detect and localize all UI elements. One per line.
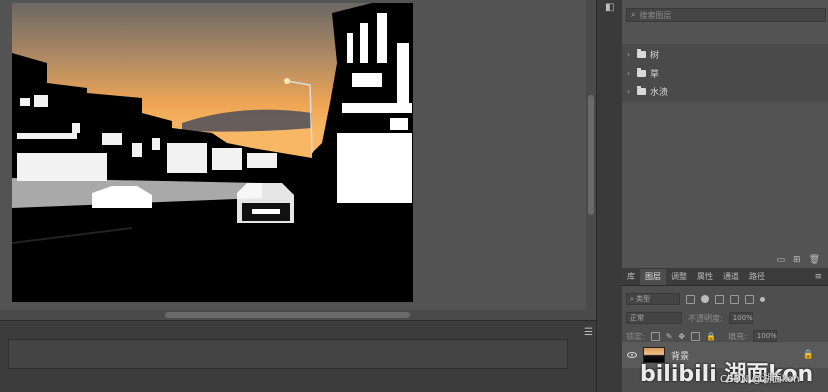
new-folder-icon[interactable]: ▭ — [777, 255, 786, 265]
tab-adjustments[interactable]: 调整 — [666, 269, 692, 285]
lock-image-icon[interactable]: ✎ — [666, 332, 673, 341]
horizontal-scrollbar[interactable] — [0, 310, 596, 320]
panel-footer: ▭ ⊞ 🗑 — [622, 252, 828, 268]
blend-row: 正常 不透明度: 100% — [626, 312, 753, 324]
opacity-field[interactable]: 100% — [728, 312, 753, 324]
adjustment-filter-icon[interactable] — [701, 295, 709, 303]
canvas-area[interactable] — [0, 0, 596, 310]
right-panel: ⌕ › 树 › 草 › 水渍 ▭ ⊞ 🗑 库 图层 调整 属性 通道 路 — [622, 0, 828, 392]
fill-label: 填充: — [728, 331, 747, 341]
folder-icon — [637, 48, 646, 58]
tab-channels[interactable]: 通道 — [718, 269, 744, 285]
tab-layers[interactable]: 图层 — [640, 269, 666, 285]
group-name: 水渍 — [650, 87, 669, 98]
expand-icon[interactable]: ◧ — [605, 2, 614, 13]
watermark-sub: CSDN @湖面kon — [720, 374, 800, 385]
group-name: 树 — [650, 50, 660, 61]
tab-library[interactable]: 库 — [622, 269, 640, 285]
filter-row: ⌕ 类型 — [626, 293, 765, 305]
group-row-grass[interactable]: › 草 — [622, 64, 828, 82]
group-row-tree[interactable]: › 树 — [622, 45, 828, 63]
document-canvas[interactable] — [12, 3, 413, 302]
panel-menu-icon[interactable]: ≡ — [814, 269, 828, 285]
filter-kind-label: 类型 — [636, 295, 651, 303]
groups-panel: ⌕ › 树 › 草 › 水渍 ▭ ⊞ 🗑 — [622, 0, 828, 268]
folder-icon — [637, 67, 646, 77]
lock-row: 锁定: ✎ ✥ 🔒 填充: 100% — [626, 330, 777, 342]
tab-paths[interactable]: 路径 — [744, 269, 770, 285]
filter-toggle-icon[interactable] — [760, 296, 765, 302]
new-item-icon[interactable]: ⊞ — [793, 255, 801, 265]
timeline-track[interactable] — [8, 339, 568, 369]
group-name: 草 — [650, 69, 660, 80]
lock-pixels-icon[interactable] — [650, 331, 660, 341]
street-photo — [12, 3, 413, 302]
lock-label: 锁定: — [626, 331, 645, 341]
group-row-water[interactable]: › 水渍 — [622, 82, 828, 100]
vertical-scrollbar[interactable] — [586, 0, 596, 310]
collapsed-panel-strip: ◧ — [596, 0, 622, 392]
chevron-right-icon[interactable]: › — [627, 69, 633, 78]
type-filter-icon[interactable] — [715, 294, 724, 304]
lock-all-icon[interactable]: 🔒 — [706, 332, 716, 341]
horizontal-scroll-thumb[interactable] — [165, 312, 410, 318]
image-filter-icon[interactable] — [686, 294, 695, 304]
filter-kind-select[interactable]: ⌕ 类型 — [626, 293, 680, 305]
blend-mode-select[interactable]: 正常 — [626, 312, 682, 324]
folder-icon — [637, 85, 646, 95]
layer-search-box[interactable]: ⌕ — [626, 8, 826, 22]
fill-field[interactable]: 100% — [752, 330, 777, 342]
panel-tabs: 库 图层 调整 属性 通道 路径 ≡ — [622, 268, 828, 286]
vertical-scroll-thumb[interactable] — [588, 95, 594, 215]
panel-menu-icon[interactable]: ☰ — [584, 327, 593, 338]
search-input[interactable] — [639, 10, 810, 20]
opacity-label: 不透明度: — [688, 313, 723, 323]
lock-position-icon[interactable]: ✥ — [678, 332, 685, 341]
shape-filter-icon[interactable] — [730, 294, 739, 304]
lock-artboard-icon[interactable] — [691, 331, 701, 341]
chevron-right-icon[interactable]: › — [627, 87, 633, 96]
tab-properties[interactable]: 属性 — [692, 269, 718, 285]
chevron-right-icon[interactable]: › — [627, 50, 633, 59]
smart-object-filter-icon[interactable] — [745, 294, 754, 304]
timeline-panel: ☰ — [0, 320, 596, 392]
search-icon: ⌕ — [631, 10, 636, 19]
eye-icon[interactable] — [627, 352, 637, 358]
trash-icon[interactable]: 🗑 — [809, 255, 820, 265]
